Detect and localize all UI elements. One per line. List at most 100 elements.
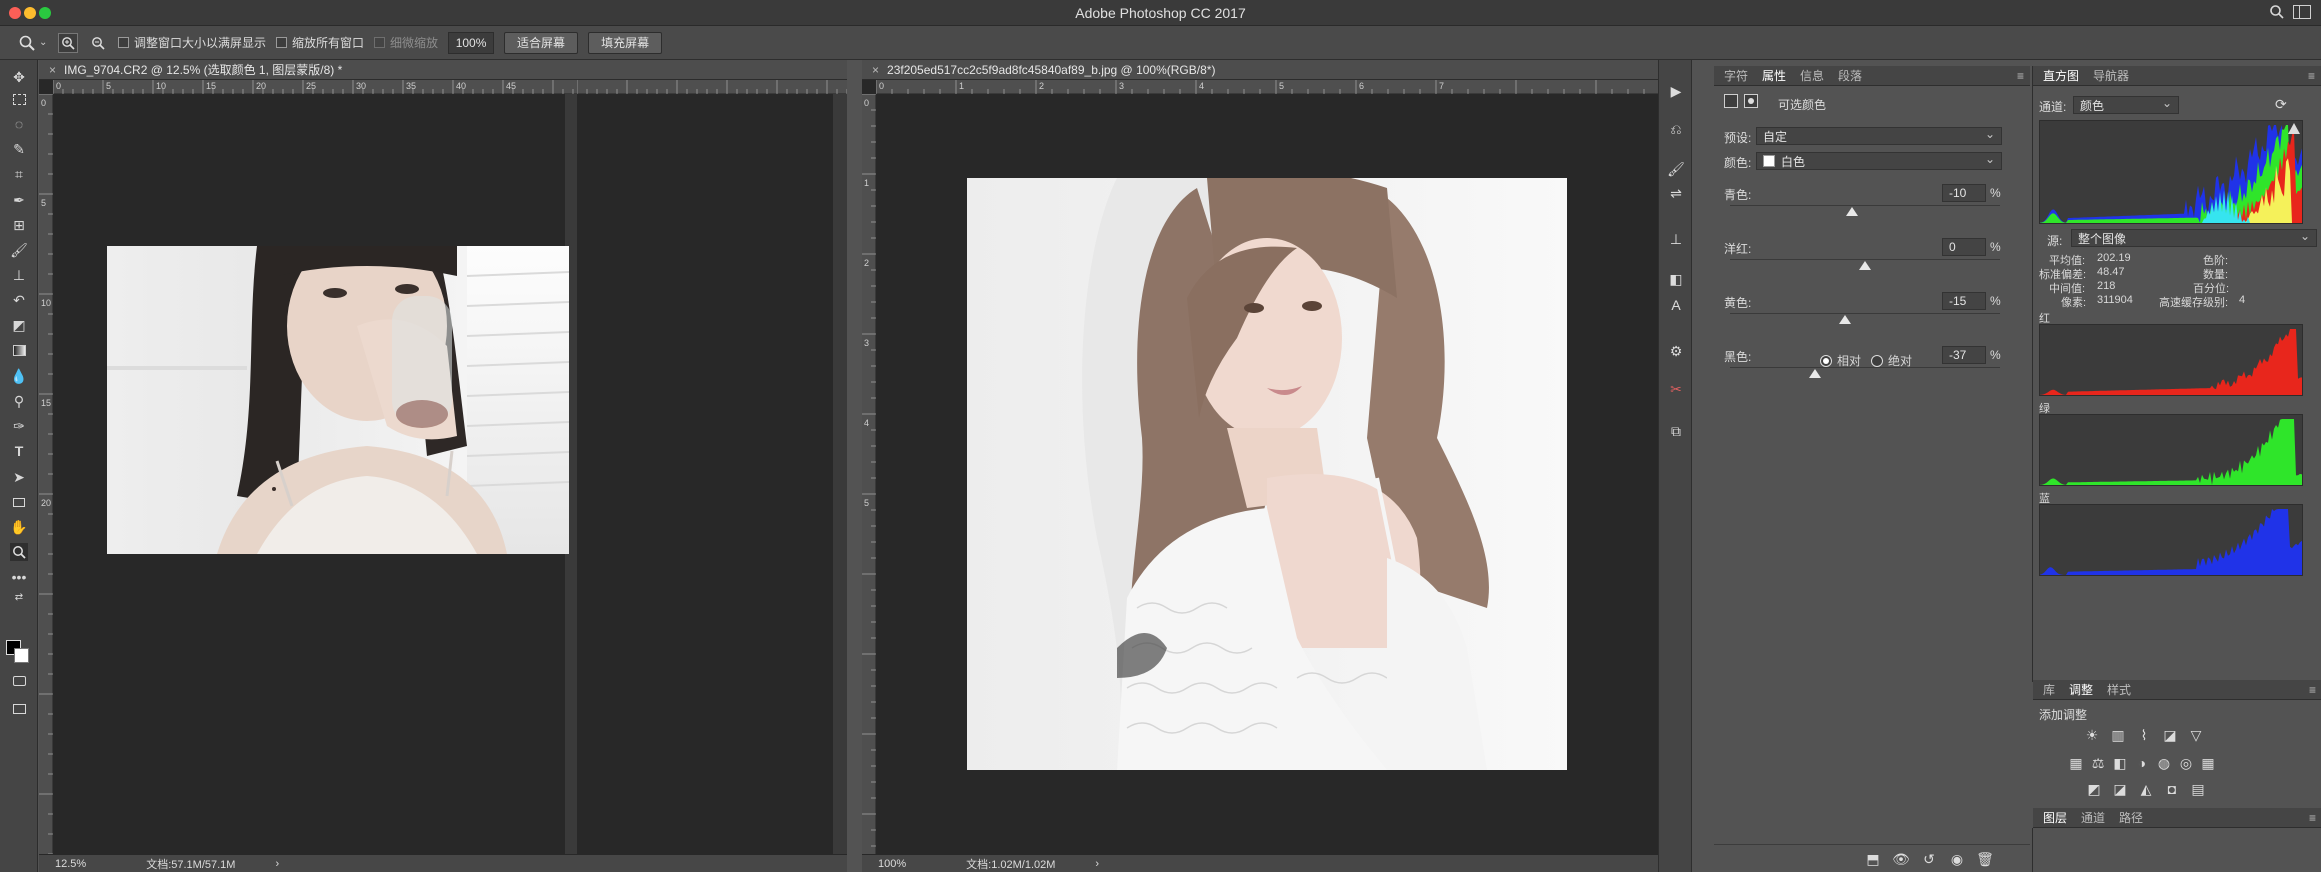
clone-source-icon[interactable]: ⊥ [1667,230,1685,248]
vertical-ruler[interactable]: 0 1 2 3 4 5 [862,93,876,854]
tab-character[interactable]: 字符 [1724,67,1748,84]
tab-adjustments[interactable]: 调整 [2069,681,2093,698]
black-white-icon[interactable]: ◧ [2111,754,2129,772]
fit-screen-button[interactable]: 适合屏幕 [504,31,579,54]
play-actions-icon[interactable]: ▶ [1667,82,1685,100]
background-color-swatch[interactable] [14,648,29,663]
photo-filter-icon[interactable]: ◑ [2133,754,2151,772]
checkbox-box[interactable] [118,37,129,48]
posterize-icon[interactable]: ◪ [2111,780,2129,798]
hue-saturation-icon[interactable]: ▦ [2067,754,2085,772]
clone-stamp-tool-icon[interactable]: ⊥ [10,266,28,284]
slider-thumb[interactable] [1859,261,1871,270]
close-tab-icon[interactable]: × [49,63,56,77]
canvas-image-lace-woman[interactable] [967,178,1567,770]
trash-icon[interactable]: 🗑 [1976,850,1994,868]
history-brush-tool-icon[interactable]: ↶ [10,291,28,309]
crop-tool-icon[interactable]: ⌗ [10,165,28,183]
colors-dropdown[interactable]: 白色 [1756,152,2002,170]
zoom-value-field[interactable]: 100% [448,31,495,54]
brush-settings-icon[interactable]: 🖌 [1667,160,1685,178]
properties-icon[interactable]: ⇌ [1667,184,1685,202]
levels-icon[interactable]: ▥ [2109,726,2127,744]
lasso-tool-icon[interactable]: ◌ [10,115,28,133]
horizontal-ruler[interactable]: 0 1 2 3 4 5 6 7 [875,80,1658,94]
rectangle-tool-icon[interactable] [10,493,28,511]
horizontal-ruler[interactable] [576,80,848,94]
type-tool-icon[interactable]: T [10,442,28,460]
invert-icon[interactable]: ◩ [2085,780,2103,798]
zoom-level[interactable]: 12.5% [55,858,86,870]
slider-track[interactable] [1730,259,2000,260]
checkbox-box[interactable] [276,37,288,48]
reset-icon[interactable]: ↺ [1920,850,1938,868]
marquee-tool-icon[interactable] [10,90,28,108]
resize-windows-checkbox[interactable]: 调整窗口大小以满屏显示 [118,34,266,51]
slider-thumb[interactable] [1845,207,1858,216]
exposure-icon[interactable]: ◪ [2161,726,2179,744]
tab-libraries[interactable]: 库 [2043,681,2055,698]
tab-paragraph[interactable]: 段落 [1838,67,1862,84]
tab-layers[interactable]: 图层 [2043,809,2067,826]
checkbox-box[interactable] [374,37,386,48]
tab-histogram[interactable]: 直方图 [2043,67,2079,84]
tab-channels[interactable]: 通道 [2081,809,2105,826]
channel-mixer-icon[interactable]: ◍ [2155,754,2173,772]
character-icon[interactable]: A [1667,296,1685,314]
visibility-icon[interactable]: ◉ [1948,850,1966,868]
panel-menu-icon[interactable]: ≡ [2309,811,2316,825]
zoom-tool-icon[interactable] [10,543,28,561]
workspace-icon[interactable] [2293,5,2311,19]
slider-thumb[interactable] [1838,315,1851,324]
slider-value-field[interactable]: -15 [1942,292,1986,310]
chevron-right-icon[interactable]: › [1095,858,1099,870]
fill-screen-button[interactable]: 填充屏幕 [588,31,663,54]
color-balance-icon[interactable]: ⚖ [2089,754,2107,772]
close-tab-icon[interactable]: × [872,63,879,77]
gradient-map-icon[interactable]: ▤ [2189,780,2207,798]
curves-icon[interactable]: ⌇ [2135,726,2153,744]
clip-to-layer-icon[interactable]: ⬒ [1864,850,1882,868]
tab-properties[interactable]: 属性 [1762,67,1786,84]
screen-mode-icon[interactable] [10,700,28,718]
canvas-image-drinking-woman[interactable] [107,246,569,554]
dodge-tool-icon[interactable]: ⚲ [10,392,28,410]
swap-colors-icon[interactable]: ⇄ [10,588,28,606]
mask-icon[interactable] [1744,94,1758,108]
channel-dropdown[interactable]: 颜色 [2073,96,2179,114]
blur-tool-icon[interactable]: 💧 [10,367,28,385]
chevron-right-icon[interactable]: › [275,858,279,870]
hand-tool-icon[interactable]: ✋ [10,518,28,536]
panel-menu-icon[interactable]: ≡ [2309,683,2316,697]
quick-mask-icon[interactable] [10,672,28,690]
horizontal-ruler[interactable]: 0 5 10 15 20 25 30 35 40 45 [52,80,577,94]
eraser-tool-icon[interactable]: ◩ [10,316,28,334]
threshold-icon[interactable]: ◭ [2137,780,2155,798]
vertical-ruler[interactable]: 0 5 10 15 20 [39,93,53,855]
search-icon[interactable] [2269,4,2285,20]
move-tool-icon[interactable]: ✥ [10,68,28,86]
panel-menu-icon[interactable]: ≡ [2308,69,2315,83]
slider-track[interactable] [1730,205,2000,206]
gradient-tool-icon[interactable] [10,341,28,359]
swatches-icon[interactable]: ◧ [1667,270,1685,288]
styles-icon[interactable]: ⚙ [1667,342,1685,360]
color-lookup-grid-icon[interactable]: ▦ [2199,754,2217,772]
vertical-scrollbar[interactable] [833,94,847,854]
zoom-all-windows-checkbox[interactable]: 缩放所有窗口 [276,34,364,51]
brush-tool-icon[interactable]: 🖌 [10,241,28,259]
zoom-out-icon[interactable] [88,33,108,53]
quick-select-tool-icon[interactable]: ✎ [10,140,28,158]
path-selection-tool-icon[interactable]: ➤ [10,468,28,486]
pen-tool-icon[interactable]: ✑ [10,417,28,435]
slider-track[interactable] [1730,313,2000,314]
spot-healing-tool-icon[interactable]: ⊞ [10,216,28,234]
vibrance-icon[interactable]: ▽ [2187,726,2205,744]
refresh-icon[interactable]: ⟳ [2275,96,2287,113]
zoom-level[interactable]: 100% [878,858,906,870]
more-tools-icon[interactable]: ••• [10,568,28,586]
selective-color-icon[interactable]: ◘ [2163,780,2181,798]
history-icon[interactable]: ⎌ [1667,120,1685,138]
panel-menu-icon[interactable]: ≡ [2017,69,2024,83]
scrubby-zoom-checkbox[interactable]: 细微缩放 [374,34,438,51]
